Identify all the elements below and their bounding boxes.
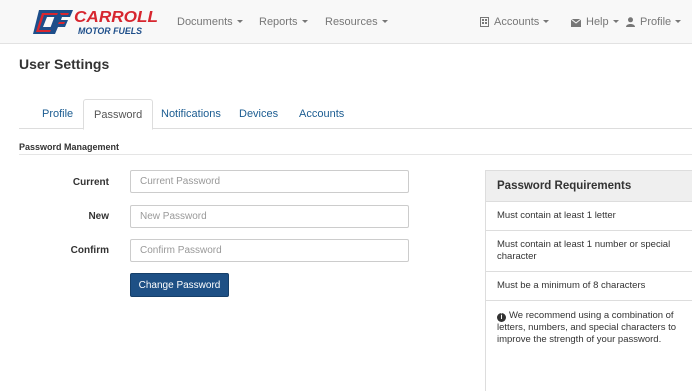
page-title: User Settings [19,56,110,72]
requirement-item: Must contain at least 1 letter [486,202,692,231]
password-requirements-panel: Password Requirements Must contain at le… [485,170,692,391]
requirements-note: i We recommend using a combination of let… [486,301,692,355]
tab-password[interactable]: Password [83,99,154,130]
caret-down-icon [236,20,243,23]
info-icon: i [497,313,506,322]
nav-reports-label: Reports [259,16,298,28]
change-password-button[interactable]: Change Password [130,273,229,297]
building-icon [480,17,489,27]
nav-help-label: Help [586,16,609,28]
caret-down-icon [301,20,308,23]
envelope-icon [571,19,581,27]
svg-text:MOTOR FUELS: MOTOR FUELS [78,26,142,36]
caret-down-icon [543,20,550,23]
nav-documents[interactable]: Documents [177,16,243,28]
nav-profile-label: Profile [640,16,672,28]
caret-down-icon [612,20,619,23]
caret-down-icon [381,20,388,23]
new-password-label: New [88,211,109,222]
section-divider [19,154,692,155]
top-navbar: CARROLL MOTOR FUELS Documents Reports Re… [0,0,692,44]
nav-resources[interactable]: Resources [325,16,388,28]
svg-text:CARROLL: CARROLL [74,9,158,26]
settings-tabs: Profile Password Notifications Devices A… [19,99,692,130]
current-password-label: Current [72,177,109,188]
nav-help[interactable]: Help [571,16,619,28]
nav-profile[interactable]: Profile [626,16,682,28]
nav-reports[interactable]: Reports [259,16,308,28]
section-title: Password Management [19,142,120,152]
tab-notifications[interactable]: Notifications [151,99,231,129]
nav-resources-label: Resources [325,16,378,28]
requirement-item: Must be a minimum of 8 characters [486,272,692,301]
confirm-password-label: Confirm [70,245,109,256]
tab-accounts[interactable]: Accounts [289,99,354,129]
requirements-title: Password Requirements [486,171,692,202]
current-password-input[interactable] [130,170,409,193]
tab-devices[interactable]: Devices [229,99,288,129]
nav-accounts-label: Accounts [494,16,540,28]
tab-profile[interactable]: Profile [32,99,83,129]
nav-documents-label: Documents [177,16,233,28]
carroll-logo[interactable]: CARROLL MOTOR FUELS [33,6,161,38]
requirement-item: Must contain at least 1 number or specia… [486,231,692,272]
caret-down-icon [675,20,682,23]
confirm-password-input[interactable] [130,239,409,262]
nav-accounts[interactable]: Accounts [480,16,550,28]
new-password-input[interactable] [130,205,409,228]
user-icon [626,17,635,27]
requirements-note-text: We recommend using a combination of lett… [497,310,677,345]
